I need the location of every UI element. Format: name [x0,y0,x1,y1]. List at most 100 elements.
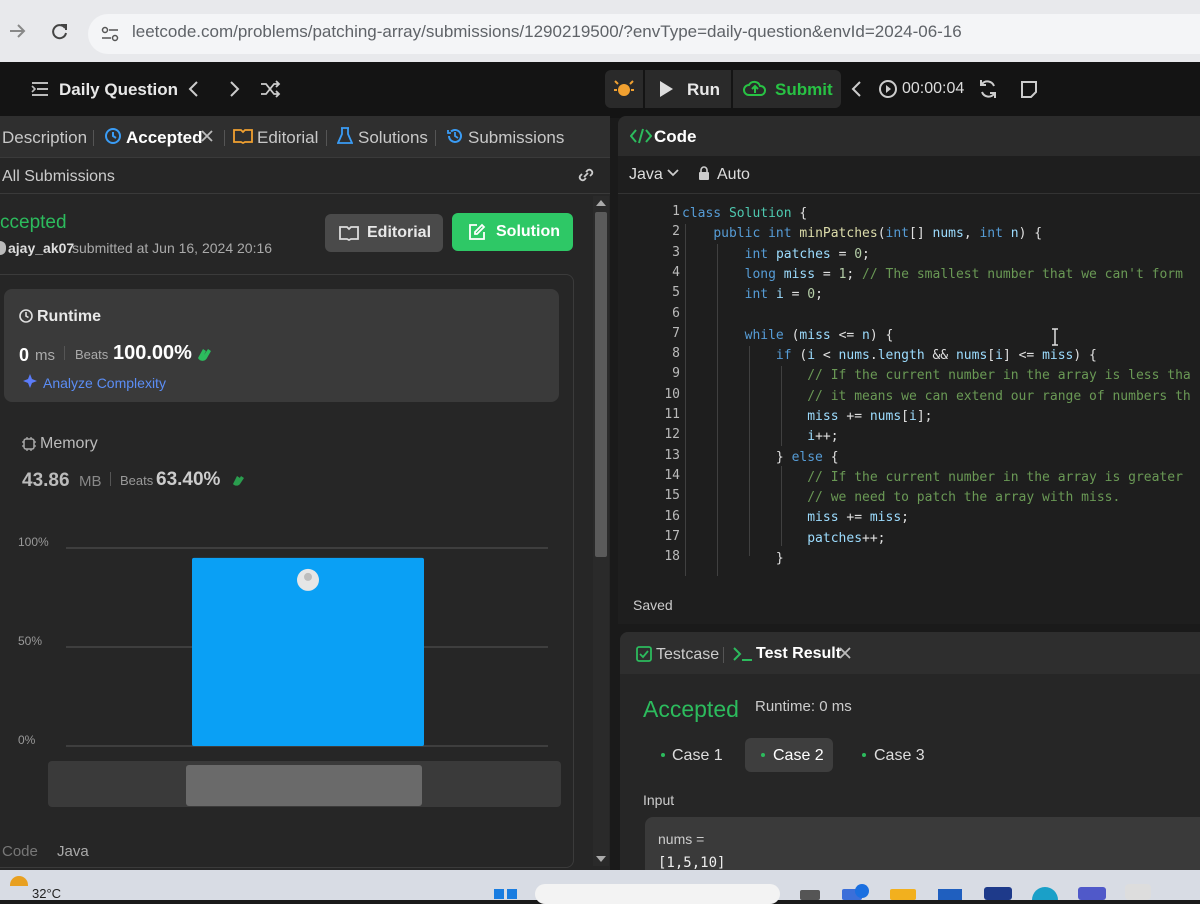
problem-list-icon[interactable] [30,80,50,98]
code-section-label: Code [2,843,38,860]
code-panel-title: Code [654,127,697,146]
case-tab-active[interactable]: Case 2 [745,738,833,772]
collapse-timer-icon[interactable] [850,79,864,99]
clap-icon [229,471,247,489]
line-number: 12 [664,427,680,443]
input-label: Input [643,792,675,808]
all-submissions-link[interactable]: All Submissions [2,168,115,186]
editorial-button[interactable]: Editorial [325,214,443,252]
forward-icon[interactable] [8,22,28,40]
daily-question-title[interactable]: Daily Question [59,80,178,100]
tab-divider [224,130,225,146]
text-cursor-icon [1050,328,1060,346]
line-number: 1 [672,204,680,219]
line-number: 14 [664,467,680,483]
scroll-down-icon[interactable] [596,856,606,862]
stat-divider [64,346,65,360]
tab-accepted[interactable]: Accepted [126,128,203,148]
avatar-head [304,572,312,581]
solution-button-label: Solution [496,223,560,240]
submit-button[interactable]: Submit [733,70,841,108]
close-tab-icon[interactable] [839,647,851,659]
line-number: 13 [664,447,680,463]
next-problem-icon[interactable] [226,79,242,99]
line-number: 15 [664,488,680,504]
reload-icon[interactable] [50,22,70,42]
url-text: leetcode.com/problems/patching-array/sub… [132,22,962,41]
shuffle-icon[interactable] [260,79,282,99]
distribution-chart: 100% 50% 0% [0,530,560,760]
username[interactable]: ajay_ak07 [8,240,74,256]
line-number: 11 [664,407,680,422]
case-tab[interactable]: Case 3 [850,738,938,772]
tab-submissions[interactable]: Submissions [468,128,564,148]
line-number: 8 [672,346,680,362]
sparkle-icon [22,373,38,389]
share-link-icon[interactable] [576,166,596,184]
tab-testcase[interactable]: Testcase [656,646,719,664]
close-tab-icon[interactable] [201,130,213,142]
tab-divider [326,130,327,146]
memory-label: Memory [40,435,98,452]
memory-beats-label: Beats [120,473,154,488]
clock-icon [19,309,33,323]
result-runtime: Runtime: 0 ms [755,698,852,715]
case-tab[interactable]: Case 1 [645,738,733,772]
chevron-down-icon[interactable] [667,168,679,178]
run-label: Run [687,80,721,99]
case-label: Case 1 [672,747,723,764]
windows-start-icon[interactable] [494,889,517,899]
code-language: Java [57,843,89,860]
memory-value: 43.86 [22,470,70,491]
prev-problem-icon[interactable] [186,79,202,99]
code-brackets-icon [630,127,652,145]
runtime-beats-label: Beats [75,347,109,362]
app-icon[interactable] [984,887,1012,900]
runtime-unit: ms [35,347,55,364]
tab-description[interactable]: Description [2,128,87,148]
reset-timer-icon[interactable] [977,78,999,100]
scroll-up-icon[interactable] [596,200,606,206]
submit-label: Submit [775,80,833,99]
input-var-name: nums = [658,831,705,847]
language-select[interactable]: Java [629,166,663,184]
tab-solutions[interactable]: Solutions [358,128,428,148]
run-button[interactable]: Run [645,70,731,108]
line-number: 7 [672,325,680,341]
line-number: 10 [664,386,680,402]
tab-divider [435,130,436,146]
site-settings-icon[interactable] [100,26,120,42]
auto-mode[interactable]: Auto [717,166,750,184]
lock-icon [698,166,710,181]
line-number: 17 [664,528,680,544]
tab-editorial[interactable]: Editorial [257,128,318,148]
tab-divider [93,130,94,146]
line-number: 5 [672,285,680,301]
play-icon [660,81,673,97]
store-icon[interactable] [938,889,962,900]
terminal-icon [732,645,754,663]
case-pass-dot [761,753,765,757]
chart-range-thumb[interactable] [186,765,422,806]
accepted-history-icon [104,127,122,145]
cloud-upload-icon [743,80,767,96]
task-view-icon[interactable] [800,890,820,900]
y-tick-label: 50% [18,634,42,648]
notification-badge [855,884,869,898]
analyze-complexity-link[interactable]: Analyze Complexity [43,375,166,391]
teams-icon[interactable] [1078,887,1106,900]
timer-icon[interactable] [878,79,898,99]
solution-button[interactable]: Solution [452,213,573,251]
book-icon [233,128,253,144]
taskbar-search[interactable] [535,884,780,904]
left-scrollbar-thumb[interactable] [595,212,607,557]
submitted-time: submitted at Jun 16, 2024 20:16 [72,240,273,256]
debug-button[interactable] [605,70,643,108]
notes-icon[interactable] [1019,79,1039,99]
tab-test-result[interactable]: Test Result [756,645,841,663]
file-explorer-icon[interactable] [890,889,916,900]
code-editor[interactable]: 1 2 3 4 5 6 7 8 9 10 11 12 13 14 15 16 17 18 class Soluti… [618,196,1200,576]
case-label: Case 3 [874,747,925,764]
line-number: 18 [664,549,680,565]
chrome-icon[interactable] [1125,884,1151,900]
